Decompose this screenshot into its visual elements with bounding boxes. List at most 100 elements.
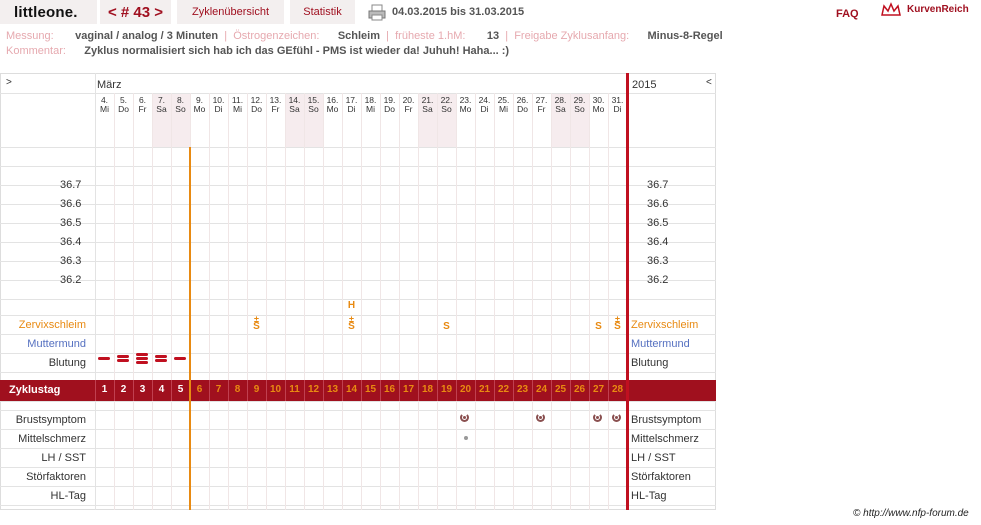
cycle-day-number: 24 (535, 384, 548, 395)
mittelschmerz-label-left: Mittelschmerz (18, 433, 86, 445)
printer-icon[interactable] (368, 4, 386, 21)
day-weekday: So (175, 104, 186, 114)
mittelschmerz-label-right: Mittelschmerz (631, 433, 699, 445)
day-grid-line (380, 93, 381, 510)
day-header: 4. Mi (95, 96, 114, 114)
bleeding-mark (136, 361, 148, 364)
day-weekday: Mo (326, 104, 339, 114)
day-weekday: Fr (271, 104, 280, 114)
day-header: 23. Mo (456, 96, 475, 114)
cycle-day-number: 10 (269, 384, 282, 395)
muttermund-label-left: Muttermund (27, 338, 86, 350)
day-header: 9. Mo (190, 96, 209, 114)
cycle-day-separator (304, 380, 305, 401)
day-grid-line (608, 93, 609, 510)
cycle-day-separator (399, 380, 400, 401)
day-grid-line (247, 93, 248, 510)
day-header: 15. So (304, 96, 323, 114)
cycle-day-number: 4 (158, 384, 165, 395)
zervixschleim-label-right: Zervixschleim (631, 319, 699, 331)
day-grid-line (589, 93, 590, 510)
cycle-day-separator (114, 380, 115, 401)
zervix-mark: S (614, 321, 621, 332)
cycle-day-number: 7 (215, 384, 222, 395)
temp-label-right: 36.6 (647, 198, 669, 210)
bleeding-mark (136, 353, 148, 356)
faq-link[interactable]: FAQ (836, 8, 859, 20)
brand-text: littleone. (14, 3, 78, 21)
day-weekday: Do (251, 104, 262, 114)
day-header: 24. Di (475, 96, 494, 114)
day-weekday: Mo (459, 104, 472, 114)
cycle-day-separator (608, 380, 609, 401)
day-grid-line (209, 93, 210, 510)
day-grid-line (152, 93, 153, 510)
day-grid-line (361, 93, 362, 510)
day-header: 27. Fr (532, 96, 551, 114)
day-weekday: Mi (366, 104, 375, 114)
cycle-day-number: 5 (177, 384, 184, 395)
day-weekday: Do (118, 104, 129, 114)
day-grid-line (418, 93, 419, 510)
day-grid-line (133, 93, 134, 510)
day-grid-line (551, 93, 552, 510)
cycle-day-number: 8 (234, 384, 241, 395)
temp-label-right: 36.4 (647, 236, 669, 248)
day-grid-line (494, 93, 495, 510)
cycle-day-separator (475, 380, 476, 401)
cycle-day-separator (361, 380, 362, 401)
cycle-day-number: 27 (592, 384, 605, 395)
cycle-day-number: 11 (289, 384, 300, 395)
day-weekday: Sa (555, 104, 566, 114)
hochlage-mark: H (347, 300, 356, 311)
cycle-selector[interactable]: < # 43 > (100, 0, 171, 24)
kurvenreich-link[interactable]: KurvenReich (907, 4, 969, 15)
day-header: 21. Sa (418, 96, 437, 114)
cycle-day-separator (247, 380, 248, 401)
temp-label-left: 36.5 (60, 217, 82, 229)
day-grid-line (304, 93, 305, 510)
hl-tag-label-right: HL-Tag (631, 490, 667, 502)
scroll-right-arrow[interactable]: < (706, 77, 712, 88)
crown-icon (881, 2, 901, 16)
cycle-day-number: 14 (345, 384, 358, 395)
day-weekday: Do (517, 104, 528, 114)
day-weekday: Mi (499, 104, 508, 114)
temp-label-right: 36.5 (647, 217, 669, 229)
cycle-day-number: 23 (516, 384, 529, 395)
cycle-day-number: 16 (383, 384, 396, 395)
day-header: 14. Sa (285, 96, 304, 114)
day-header: 13. Fr (266, 96, 285, 114)
breast-symptom-dot (539, 416, 542, 419)
breast-symptom-dot (463, 416, 466, 419)
cycle-day-number: 2 (120, 384, 127, 395)
blutung-label-right: Blutung (631, 357, 669, 369)
bleeding-mark (155, 355, 167, 358)
cycle-day-number: 25 (554, 384, 567, 395)
cycle-day-number: 26 (573, 384, 586, 395)
day-weekday: Mi (100, 104, 109, 114)
day-grid-line (114, 93, 115, 510)
day-header: 5. Do (114, 96, 133, 114)
brand-logo[interactable]: littleone. (0, 0, 97, 24)
scroll-left-arrow[interactable]: > (6, 77, 12, 88)
day-weekday: Fr (138, 104, 147, 114)
tab-statistik[interactable]: Statistik (290, 0, 355, 24)
day-grid-line (532, 93, 533, 510)
day-weekday: Sa (289, 104, 300, 114)
day-header: 22. So (437, 96, 456, 114)
day-header: 29. So (570, 96, 589, 114)
stoerfaktoren-label-left: Störfaktoren (26, 471, 86, 483)
comment-line: Kommentar: Zyklus normalisiert sich hab … (6, 45, 510, 57)
bleeding-mark (117, 359, 129, 362)
bleeding-mark (155, 359, 167, 362)
cycle-day-separator (513, 380, 514, 401)
lh-sst-label-left: LH / SST (41, 452, 86, 464)
day-weekday: Fr (537, 104, 546, 114)
cycle-day-separator (437, 380, 438, 401)
cycle-day-number: 20 (459, 384, 472, 395)
day-header: 30. Mo (589, 96, 608, 114)
day-weekday: So (574, 104, 585, 114)
tab-zyklenuebersicht[interactable]: Zyklenübersicht (177, 0, 284, 24)
cycle-day-number: 17 (402, 384, 415, 395)
